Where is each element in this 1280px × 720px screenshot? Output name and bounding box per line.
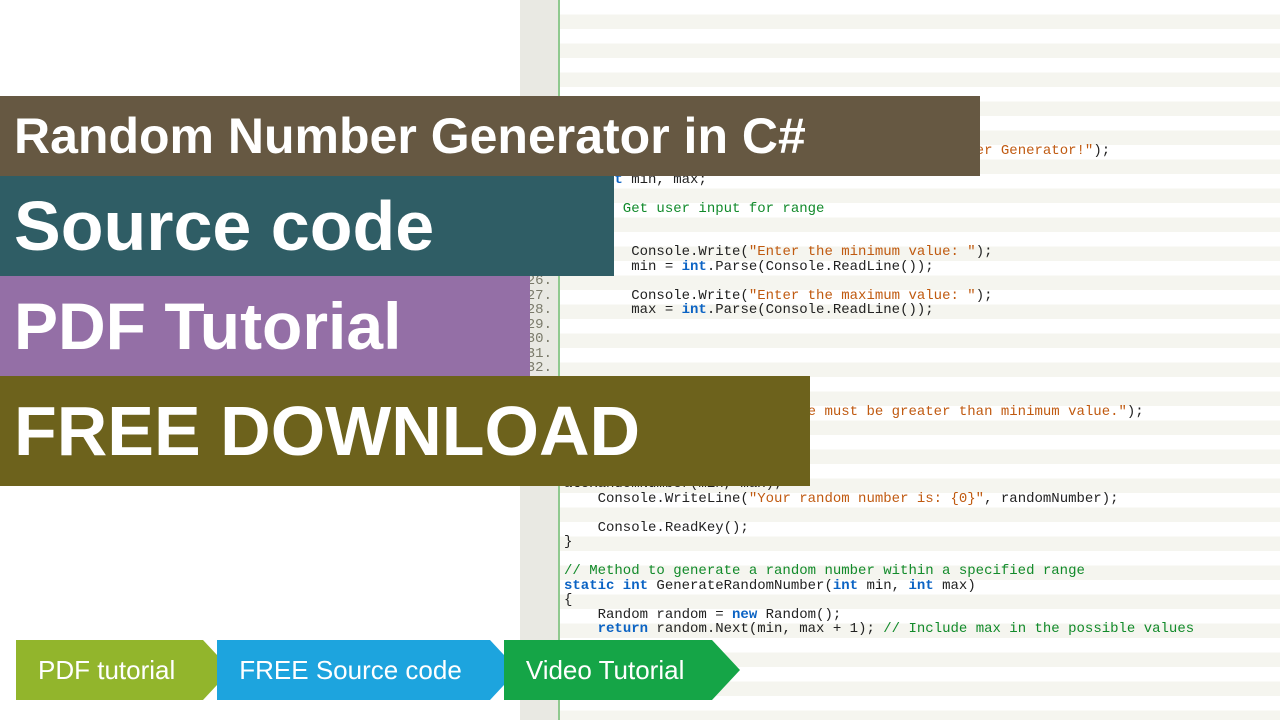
video-tutorial-tag[interactable]: Video Tutorial: [504, 640, 713, 700]
pdf-tutorial-banner: PDF Tutorial: [0, 276, 530, 376]
pdf-tutorial-tag[interactable]: PDF tutorial: [16, 640, 203, 700]
title-banner: Random Number Generator in C#: [0, 96, 980, 176]
bottom-tag-row: PDF tutorial FREE Source code Video Tuto…: [16, 640, 712, 700]
free-source-code-tag[interactable]: FREE Source code: [217, 640, 490, 700]
source-code-banner: Source code: [0, 176, 614, 276]
free-download-banner: FREE DOWNLOAD: [0, 376, 810, 486]
